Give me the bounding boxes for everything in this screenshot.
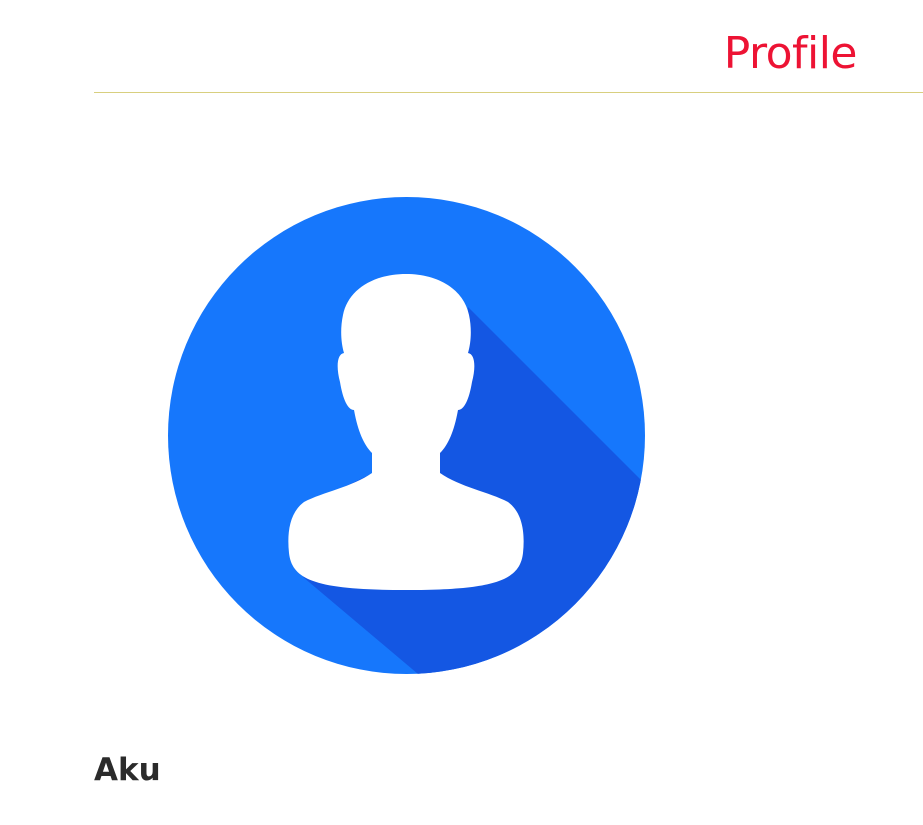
page-header: Profile <box>94 0 923 93</box>
profile-page: Profile Aku <box>0 0 923 825</box>
avatar <box>168 197 645 674</box>
user-avatar-icon <box>168 197 645 674</box>
username: Aku <box>94 752 161 788</box>
page-title: Profile <box>723 28 858 79</box>
